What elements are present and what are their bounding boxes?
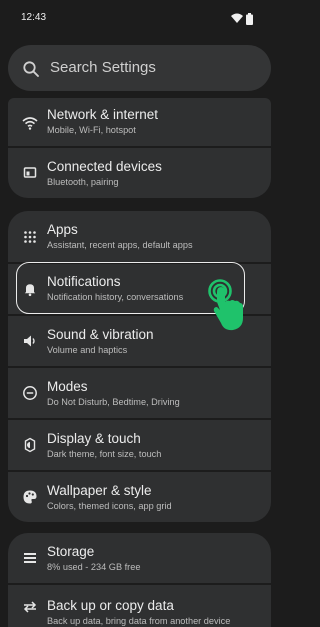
palette-icon [23,490,37,504]
status-time: 12:43 [21,12,47,23]
setting-subtitle: Colors, themed icons, app grid [47,501,172,511]
setting-title: Back up or copy data [47,598,174,613]
wifi-icon [231,13,243,23]
setting-title: Sound & vibration [47,327,154,342]
setting-title: Storage [47,544,95,559]
setting-subtitle: Mobile, Wi-Fi, hotspot [47,125,136,135]
display-icon [24,437,36,453]
settings-card-storage: Storage 8% used - 234 GB free Back up or… [8,533,271,627]
speaker-icon [24,335,35,347]
status-bar: 12:43 [0,0,277,40]
setting-subtitle: Volume and haptics [47,345,128,355]
setting-modes[interactable]: Modes Do Not Disturb, Bedtime, Driving [8,368,271,418]
search-bar[interactable]: Search Settings [8,45,271,91]
apps-grid-icon [24,231,36,243]
setting-title: Wallpaper & style [47,483,152,498]
storage-icon [24,553,36,563]
setting-title: Connected devices [47,159,162,174]
wifi-icon [22,117,38,130]
setting-apps[interactable]: Apps Assistant, recent apps, default app… [8,211,271,263]
status-icons [227,13,257,25]
setting-storage[interactable]: Storage 8% used - 234 GB free [8,533,271,583]
setting-title: Network & internet [47,107,159,122]
search-icon [23,61,39,77]
devices-icon [23,167,37,178]
transfer-icon [23,601,37,613]
setting-wallpaper[interactable]: Wallpaper & style Colors, themed icons, … [8,472,271,522]
setting-title: Apps [47,222,78,237]
setting-title: Display & touch [47,431,141,446]
battery-icon [246,13,253,25]
setting-connected-devices[interactable]: Connected devices Bluetooth, pairing [8,148,271,198]
setting-backup[interactable]: Back up or copy data Back up data, bring… [8,585,271,627]
search-input[interactable]: Search Settings [50,59,156,76]
setting-subtitle: Back up data, bring data from another de… [47,616,231,626]
setting-title: Modes [47,379,88,394]
setting-subtitle: Assistant, recent apps, default apps [47,240,193,250]
setting-subtitle: Bluetooth, pairing [47,177,119,187]
settings-card-connectivity: Network & internet Mobile, Wi-Fi, hotspo… [8,98,271,198]
do-not-disturb-icon [23,386,37,400]
setting-display[interactable]: Display & touch Dark theme, font size, t… [8,420,271,470]
setting-subtitle: Dark theme, font size, touch [47,449,162,459]
setting-network[interactable]: Network & internet Mobile, Wi-Fi, hotspo… [8,98,271,148]
setting-subtitle: 8% used - 234 GB free [47,562,141,572]
settings-card-main: Apps Assistant, recent apps, default app… [8,211,271,522]
tap-hand-icon [208,279,243,331]
setting-subtitle: Do Not Disturb, Bedtime, Driving [47,397,180,407]
